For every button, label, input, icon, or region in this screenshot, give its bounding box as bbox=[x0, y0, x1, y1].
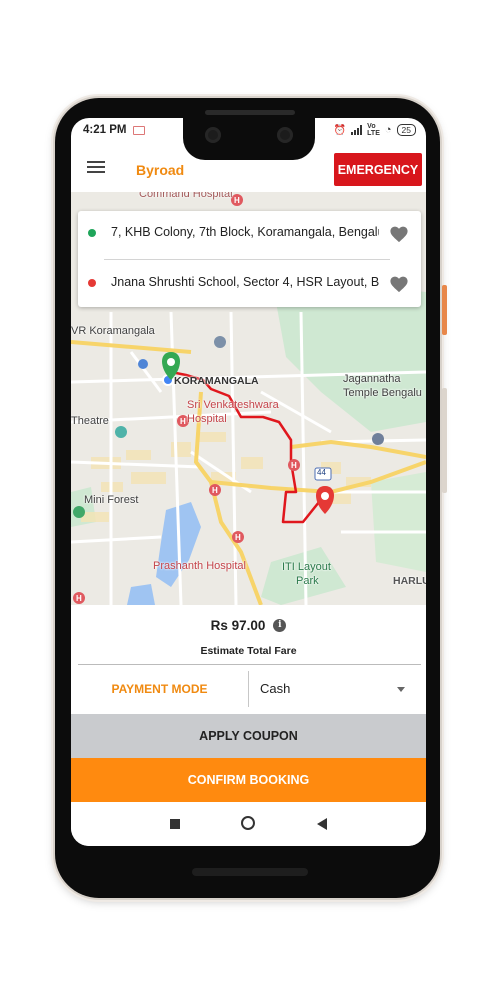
home-icon[interactable] bbox=[241, 816, 255, 830]
svg-text:H: H bbox=[235, 533, 241, 542]
volume-button bbox=[442, 388, 447, 493]
fare-caption: Estimate Total Fare bbox=[200, 645, 297, 657]
map-label-vr-koramangala: VR Koramangala bbox=[71, 325, 155, 337]
map-label-koramangala: KORAMANGALA bbox=[174, 375, 259, 387]
map-label-road-44: 44 bbox=[317, 468, 326, 477]
hamburger-menu-icon[interactable] bbox=[87, 161, 105, 174]
screen: 4:21 PM ⏰ Vo LTE ◔ 25 Byroad EMERGENCY H… bbox=[71, 118, 426, 846]
map-label-command-hospital: Command Hospital bbox=[139, 192, 233, 200]
signal-icon bbox=[351, 125, 363, 135]
volte-icon: Vo LTE bbox=[367, 123, 380, 137]
battery-icon: 25 bbox=[396, 124, 416, 136]
payment-divider bbox=[78, 664, 421, 665]
map-label-sri-hospital: Hospital bbox=[187, 413, 227, 425]
svg-text:H: H bbox=[76, 594, 82, 603]
alarm-icon: ⏰ bbox=[333, 124, 347, 136]
fare-row: Rs 97.00 i bbox=[71, 618, 426, 633]
favorite-heart-icon[interactable] bbox=[389, 275, 409, 293]
chin-speaker bbox=[192, 868, 308, 876]
front-camera-icon bbox=[205, 127, 221, 143]
drop-address[interactable]: Jnana Shrushti School, Sector 4, HSR Lay… bbox=[111, 275, 379, 289]
map-label-jagannatha-line1: Jagannatha bbox=[343, 373, 401, 385]
map-label-harlu: HARLU bbox=[393, 575, 426, 587]
map-label-jagannatha-line2: Temple Bengalu bbox=[343, 387, 422, 399]
favorite-heart-icon[interactable] bbox=[389, 225, 409, 243]
payment-mode-label: PAYMENT MODE bbox=[111, 682, 208, 696]
emergency-button[interactable]: EMERGENCY bbox=[334, 153, 422, 186]
svg-text:H: H bbox=[291, 461, 297, 470]
pickup-address-row[interactable]: 7, KHB Colony, 7th Block, Koramangala, B… bbox=[78, 211, 421, 257]
apply-coupon-button[interactable]: APPLY COUPON bbox=[71, 714, 426, 758]
drop-dot-icon bbox=[88, 279, 96, 287]
power-button bbox=[442, 285, 447, 335]
address-card: 7, KHB Colony, 7th Block, Koramangala, B… bbox=[78, 211, 421, 307]
pickup-address[interactable]: 7, KHB Colony, 7th Block, Koramangala, B… bbox=[111, 225, 379, 239]
map-label-mini-forest: Mini Forest bbox=[84, 494, 139, 506]
status-time: 4:21 PM bbox=[83, 124, 127, 136]
recents-icon[interactable] bbox=[170, 819, 180, 829]
dropdown-caret-icon bbox=[397, 687, 405, 692]
map-label-theatre: Theatre bbox=[71, 415, 109, 427]
back-icon[interactable] bbox=[317, 818, 327, 830]
pickup-dot-icon bbox=[88, 229, 96, 237]
wifi-icon: ◔ bbox=[384, 124, 392, 136]
svg-text:H: H bbox=[180, 417, 186, 426]
status-icons: ⏰ Vo LTE ◔ 25 bbox=[334, 123, 416, 137]
android-nav-bar bbox=[71, 802, 426, 846]
payment-mode-select[interactable]: Cash bbox=[249, 666, 419, 712]
info-icon[interactable]: i bbox=[273, 619, 287, 632]
svg-text:H: H bbox=[234, 196, 240, 205]
drop-address-row[interactable]: Jnana Shrushti School, Sector 4, HSR Lay… bbox=[78, 261, 421, 307]
fare-amount: Rs 97.00 bbox=[210, 618, 266, 633]
payment-mode-value: Cash bbox=[260, 681, 291, 696]
camera-notch bbox=[183, 118, 315, 160]
address-divider bbox=[104, 259, 390, 260]
svg-text:H: H bbox=[212, 486, 218, 495]
confirm-booking-button[interactable]: CONFIRM BOOKING bbox=[71, 758, 426, 802]
map-label-sri-venkateshwara: Sri Venkateshwara bbox=[187, 399, 279, 411]
map-label-iti-layout: ITI Layout bbox=[282, 561, 331, 573]
app-title: Byroad bbox=[136, 162, 185, 178]
front-camera-icon bbox=[277, 127, 293, 143]
earpiece bbox=[205, 110, 295, 115]
map-label-iti-park: Park bbox=[296, 575, 319, 587]
map-label-prashanth-hospital: Prashanth Hospital bbox=[153, 560, 246, 572]
notification-icon bbox=[133, 126, 145, 135]
